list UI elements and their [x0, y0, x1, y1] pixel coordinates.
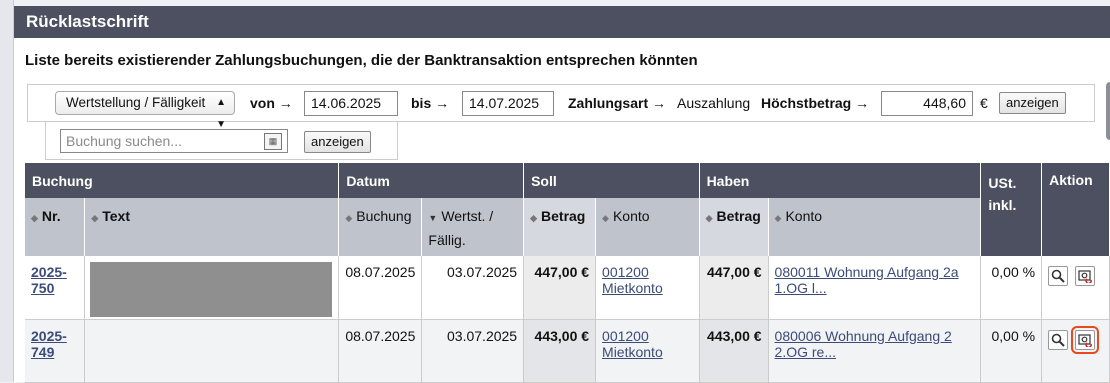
booking-number-link[interactable]: 2025-750 — [31, 264, 67, 296]
booking-number-link[interactable]: 2025-749 — [31, 328, 67, 360]
cell-soll-betrag: 443,00 € — [523, 319, 597, 383]
cell-haben-konto: 080006 Wohnung Aufgang 2 2.OG re... — [768, 319, 982, 383]
cell-buchung-datum: 08.07.2025 — [338, 256, 423, 320]
cell-soll-konto: 001200 Mietkonto — [595, 256, 700, 320]
bis-date-input[interactable]: 14.07.2025 — [462, 91, 554, 116]
sort-desc-icon: ▼ — [428, 213, 438, 223]
cell-nr: 2025-750 — [25, 256, 86, 320]
bookings-table: Buchung Datum Soll Haben USt. inkl. Akti… — [25, 163, 1110, 383]
cell-soll-konto: 001200 Mietkonto — [595, 319, 700, 383]
sort-icon: ◆ — [530, 213, 538, 223]
dialog-title: Rücklastschrift — [14, 6, 1110, 38]
soll-konto-link[interactable]: 001200 Mietkonto — [602, 328, 663, 360]
header-aktion: Aktion — [1041, 163, 1110, 256]
search-bar: Buchung suchen... ▦ anzeigen — [45, 122, 398, 160]
side-handle[interactable] — [1106, 82, 1110, 140]
sort-icon: ◆ — [705, 213, 713, 223]
magnifier-icon[interactable] — [1048, 329, 1069, 350]
cell-ust: 0,00 % — [980, 319, 1043, 383]
filter-show-button[interactable]: anzeigen — [999, 92, 1066, 114]
cell-nr: 2025-749 — [25, 319, 86, 383]
currency-label: € — [980, 95, 988, 111]
von-label: von → — [250, 95, 293, 111]
col-header-haben-konto[interactable]: ◆ Konto — [768, 198, 982, 256]
hoechstbetrag-input[interactable]: 448,60 — [881, 91, 973, 116]
col-header-wertst-label: Wertst. / Fällig. — [428, 208, 494, 248]
cell-ust: 0,00 % — [980, 256, 1043, 320]
col-header-soll-betrag[interactable]: ◆ Betrag — [523, 198, 597, 256]
table-row: 2025-749 08.07.2025 03.07.2025 443,00 € … — [25, 319, 1110, 383]
col-header-haben-konto-label: Konto — [785, 208, 823, 224]
haben-konto-link[interactable]: 080011 Wohnung Aufgang 2a 1.OG l... — [775, 264, 959, 296]
table-row: 2025-750 08.07.2025 03.07.2025 447,00 € … — [25, 256, 1110, 320]
booking-search-placeholder: Buchung suchen... — [66, 133, 182, 149]
cell-text — [84, 319, 340, 383]
col-header-nr[interactable]: ◆ Nr. — [25, 198, 86, 256]
zahlungsart-value: Auszahlung — [677, 95, 751, 111]
cell-haben-betrag: 443,00 € — [699, 319, 769, 383]
col-header-wertst[interactable]: ▼ Wertst. / Fällig. — [421, 198, 525, 256]
cell-wertst: 03.07.2025 — [421, 256, 525, 320]
col-header-haben-betrag[interactable]: ◆ Betrag — [699, 198, 769, 256]
section-heading: Liste bereits existierender Zahlungsbuch… — [25, 52, 698, 69]
redacted-text — [90, 262, 333, 317]
sort-icon: ◆ — [345, 213, 353, 223]
sort-icon: ◆ — [602, 213, 609, 223]
col-header-soll-betrag-label: Betrag — [541, 208, 586, 224]
link-payment-icon[interactable] — [1074, 266, 1095, 286]
group-header-datum: Datum — [338, 163, 525, 198]
haben-konto-link[interactable]: 080006 Wohnung Aufgang 2 2.OG re... — [775, 328, 952, 360]
app-frame: Rücklastschrift Liste bereits existieren… — [0, 0, 1110, 383]
col-header-nr-label: Nr. — [41, 208, 61, 224]
bis-label: bis → — [411, 95, 450, 111]
date-type-select[interactable]: Wertstellung / Fälligkeit ▲ ▼ — [55, 91, 235, 130]
sort-icon: ◆ — [91, 213, 99, 223]
date-type-select-value: Wertstellung / Fälligkeit — [66, 95, 206, 110]
header-ust: USt. inkl. — [980, 163, 1043, 256]
cell-buchung-datum: 08.07.2025 — [338, 319, 423, 383]
cell-wertst: 03.07.2025 — [421, 319, 525, 383]
link-payment-icon[interactable] — [1070, 325, 1099, 354]
cell-haben-betrag: 447,00 € — [699, 256, 769, 320]
col-header-haben-betrag-label: Betrag — [716, 208, 761, 224]
filter-bar: Wertstellung / Fälligkeit ▲ ▼ von → 14.06… — [27, 84, 1095, 130]
calendar-icon[interactable]: ▦ — [264, 133, 282, 150]
col-header-text[interactable]: ◆ Text — [84, 198, 340, 256]
group-header-buchung: Buchung — [25, 163, 340, 198]
sort-icon: ◆ — [31, 213, 38, 223]
col-header-soll-konto[interactable]: ◆ Konto — [595, 198, 700, 256]
search-show-button[interactable]: anzeigen — [304, 131, 371, 153]
sort-icon: ◆ — [774, 213, 782, 223]
zahlungsart-label: Zahlungsart → — [568, 95, 667, 111]
dialog-panel: Liste bereits existierender Zahlungsbuch… — [14, 38, 1110, 383]
magnifier-icon[interactable] — [1048, 266, 1069, 286]
col-header-buchung-datum[interactable]: ◆ Buchung — [338, 198, 423, 256]
von-date-input[interactable]: 14.06.2025 — [304, 91, 398, 116]
cell-soll-betrag: 447,00 € — [523, 256, 597, 320]
hoechstbetrag-label: Höchstbetrag → — [761, 95, 870, 111]
left-gutter — [0, 0, 14, 382]
group-header-soll: Soll — [523, 163, 700, 198]
cell-haben-konto: 080011 Wohnung Aufgang 2a 1.OG l... — [768, 256, 982, 320]
group-header-haben: Haben — [699, 163, 982, 198]
col-header-soll-konto-label: Konto — [612, 208, 650, 224]
col-header-buchung-datum-label: Buchung — [356, 208, 412, 224]
col-header-text-label: Text — [102, 208, 130, 224]
cell-aktion — [1041, 256, 1110, 320]
cell-aktion — [1041, 319, 1110, 383]
booking-search-input[interactable]: Buchung suchen... ▦ — [60, 129, 288, 153]
cell-text — [84, 256, 340, 320]
soll-konto-link[interactable]: 001200 Mietkonto — [602, 264, 663, 296]
